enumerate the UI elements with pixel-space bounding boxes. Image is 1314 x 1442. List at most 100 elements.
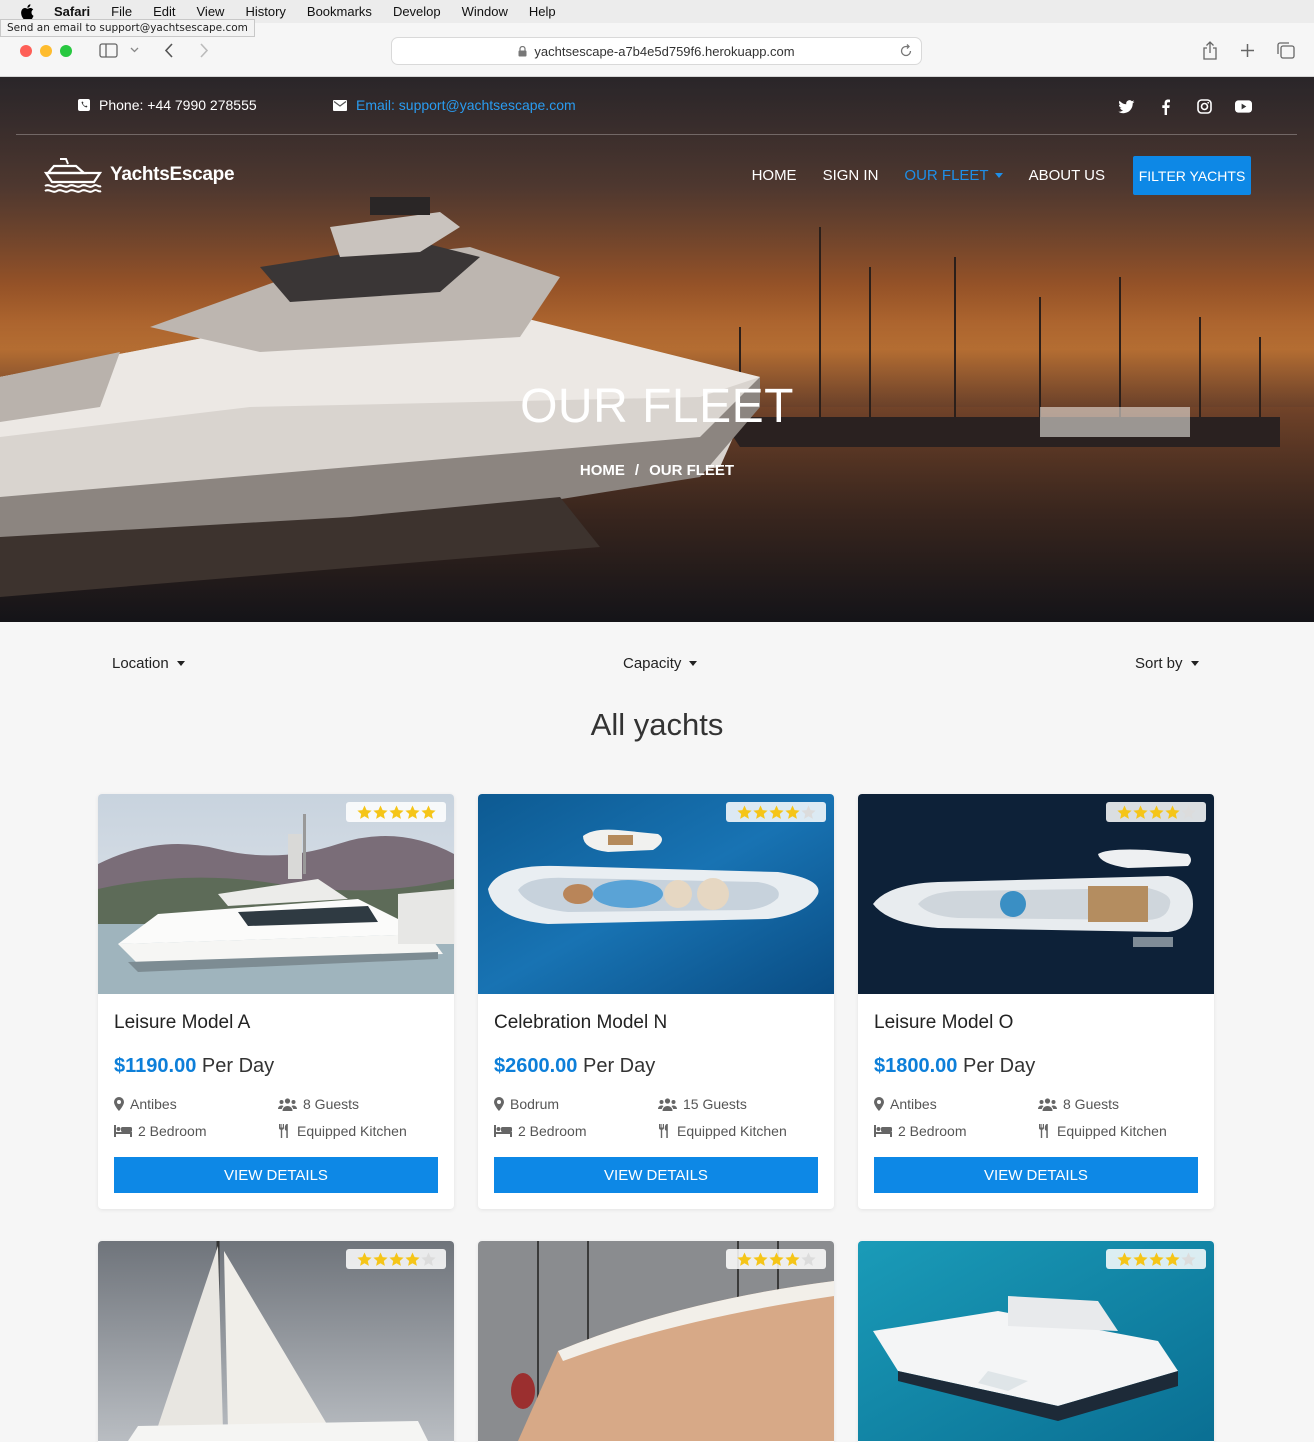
- spec-guests: 8 Guests: [1038, 1096, 1198, 1112]
- close-window-button[interactable]: [20, 45, 32, 57]
- yacht-image[interactable]: [98, 1241, 454, 1441]
- menu-app-name[interactable]: Safari: [54, 4, 90, 19]
- spec-guests-text: 8 Guests: [1063, 1096, 1120, 1112]
- nav-home[interactable]: HOME: [752, 167, 797, 184]
- address-url: yachtsescape-a7b4e5d759f6.herokuapp.com: [534, 43, 795, 59]
- view-details-button[interactable]: VIEW DETAILS: [494, 1157, 818, 1193]
- spec-guests: 15 Guests: [658, 1096, 818, 1112]
- utensils-icon: [279, 1124, 288, 1138]
- caret-down-icon: [1190, 661, 1199, 666]
- twitter-icon[interactable]: [1118, 99, 1135, 114]
- address-bar[interactable]: yachtsescape-a7b4e5d759f6.herokuapp.com: [391, 37, 922, 65]
- sort-dropdown[interactable]: Sort by: [1135, 655, 1199, 672]
- location-dropdown[interactable]: Location: [112, 655, 185, 672]
- star-filled-icon: [768, 805, 784, 819]
- rating-stars: [726, 802, 826, 822]
- menu-help[interactable]: Help: [529, 4, 556, 19]
- spec-guests-text: 8 Guests: [303, 1096, 360, 1112]
- yacht-image[interactable]: [478, 1241, 834, 1441]
- zoom-window-button[interactable]: [60, 45, 72, 57]
- menu-edit[interactable]: Edit: [153, 4, 175, 19]
- menu-bookmarks[interactable]: Bookmarks: [307, 4, 372, 19]
- star-filled-icon: [388, 805, 404, 819]
- nav-about-us[interactable]: ABOUT US: [1029, 167, 1105, 184]
- yacht-image[interactable]: [858, 1241, 1214, 1441]
- rating-stars: [346, 802, 446, 822]
- capacity-dropdown[interactable]: Capacity: [623, 655, 698, 672]
- share-icon[interactable]: [1200, 37, 1220, 63]
- yacht-image[interactable]: [98, 794, 454, 994]
- reload-icon[interactable]: [899, 44, 913, 58]
- yacht-image[interactable]: [478, 794, 834, 994]
- yacht-specs: Antibes 8 Guests 2 Bedroom Equipped Kitc…: [114, 1096, 438, 1139]
- caret-down-icon: [689, 661, 698, 666]
- view-details-button[interactable]: VIEW DETAILS: [114, 1157, 438, 1193]
- bed-icon: [494, 1125, 512, 1137]
- nav-our-fleet[interactable]: OUR FLEET: [904, 167, 1003, 184]
- filter-yachts-button[interactable]: FILTER YACHTS: [1133, 156, 1251, 195]
- tab-overview-icon[interactable]: [1274, 37, 1296, 63]
- forward-icon[interactable]: [196, 37, 212, 63]
- site-logo[interactable]: YachtsEscape: [44, 157, 235, 193]
- spec-location: Antibes: [874, 1096, 1038, 1112]
- star-filled-icon: [752, 805, 768, 819]
- sidebar-toggle-icon[interactable]: [97, 37, 119, 63]
- star-filled-icon: [404, 805, 420, 819]
- star-filled-icon: [372, 1252, 388, 1266]
- star-filled-icon: [768, 1252, 784, 1266]
- star-filled-icon: [1164, 805, 1180, 819]
- menu-history[interactable]: History: [245, 4, 285, 19]
- yacht-card: [98, 1241, 454, 1442]
- facebook-icon[interactable]: [1157, 99, 1174, 115]
- menu-file[interactable]: File: [111, 4, 132, 19]
- rating-stars: [1106, 1249, 1206, 1269]
- utensils-icon: [1039, 1124, 1048, 1138]
- yacht-card: Leisure Model A $1190.00 Per Day Antibes…: [98, 794, 454, 1209]
- spec-kitchen-text: Equipped Kitchen: [677, 1123, 787, 1139]
- menu-window[interactable]: Window: [462, 4, 508, 19]
- menu-develop[interactable]: Develop: [393, 4, 441, 19]
- star-filled-icon: [1132, 1252, 1148, 1266]
- phone-contact[interactable]: Phone: +44 7990 278555: [78, 97, 257, 113]
- filter-bar: Location Capacity Sort by: [0, 655, 1314, 677]
- yacht-price: $1190.00 Per Day: [114, 1055, 438, 1078]
- spec-location-text: Antibes: [890, 1096, 937, 1112]
- bed-icon: [874, 1125, 892, 1137]
- star-empty-icon: [420, 1252, 436, 1266]
- users-icon: [658, 1097, 677, 1111]
- view-details-button[interactable]: VIEW DETAILS: [874, 1157, 1198, 1193]
- breadcrumb-home[interactable]: HOME: [580, 462, 625, 479]
- yacht-name[interactable]: Leisure Model A: [114, 1012, 438, 1034]
- logo-text: YachtsEscape: [110, 164, 235, 185]
- chevron-down-icon[interactable]: [128, 37, 140, 63]
- map-pin-icon: [874, 1097, 884, 1111]
- nav-sign-in[interactable]: SIGN IN: [823, 167, 879, 184]
- star-filled-icon: [1164, 1252, 1180, 1266]
- yacht-name[interactable]: Leisure Model O: [874, 1012, 1198, 1034]
- yacht-image[interactable]: [858, 794, 1214, 994]
- email-link[interactable]: Email: support@yachtsescape.com: [333, 97, 576, 113]
- star-filled-icon: [1132, 805, 1148, 819]
- star-filled-icon: [388, 1252, 404, 1266]
- menu-view[interactable]: View: [197, 4, 225, 19]
- apple-icon[interactable]: [20, 3, 34, 20]
- nav-our-fleet-label: OUR FLEET: [904, 167, 989, 184]
- star-filled-icon: [356, 805, 372, 819]
- price-unit: Per Day: [201, 1055, 275, 1077]
- star-filled-icon: [736, 805, 752, 819]
- spec-bedrooms: 2 Bedroom: [874, 1123, 1038, 1139]
- star-filled-icon: [784, 1252, 800, 1266]
- back-icon[interactable]: [161, 37, 177, 63]
- spec-bedrooms: 2 Bedroom: [114, 1123, 278, 1139]
- star-empty-icon: [1180, 1252, 1196, 1266]
- yacht-name[interactable]: Celebration Model N: [494, 1012, 818, 1034]
- envelope-icon: [333, 99, 347, 111]
- instagram-icon[interactable]: [1196, 99, 1213, 114]
- new-tab-icon[interactable]: [1237, 37, 1257, 63]
- youtube-icon[interactable]: [1235, 99, 1252, 114]
- sort-dropdown-label: Sort by: [1135, 655, 1183, 672]
- spec-guests: 8 Guests: [278, 1096, 438, 1112]
- users-icon: [1038, 1097, 1057, 1111]
- rating-stars: [346, 1249, 446, 1269]
- minimize-window-button[interactable]: [40, 45, 52, 57]
